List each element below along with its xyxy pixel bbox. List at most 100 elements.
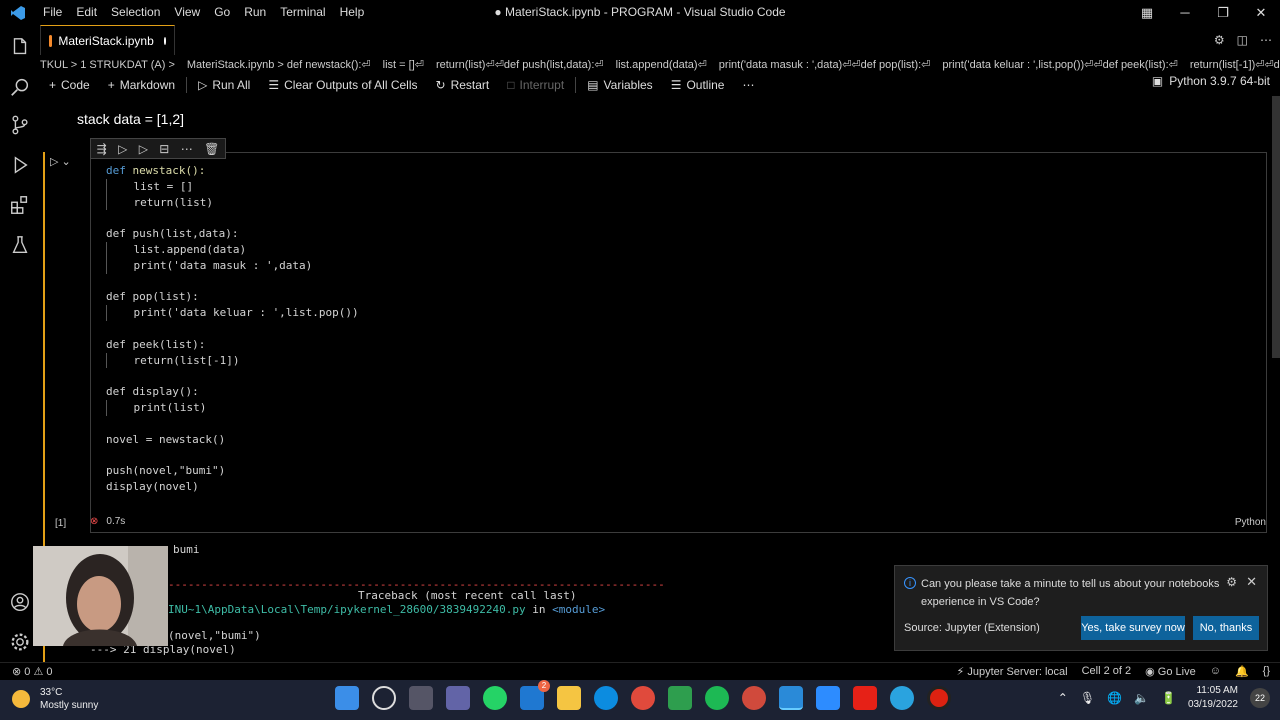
layout-icon[interactable]: ▦	[1128, 0, 1166, 25]
code-line: def display():	[106, 385, 199, 399]
run-all-label: Run All	[212, 78, 251, 92]
microphone-icon[interactable]: 🎙	[1080, 691, 1095, 705]
menu-help[interactable]: Help	[333, 0, 372, 25]
markdown-cell-text[interactable]: stack data = [1,2]	[77, 111, 184, 127]
more-actions-icon[interactable]: ⋯	[1260, 33, 1272, 47]
task-view-icon[interactable]	[409, 686, 433, 710]
run-all-icon: ▷	[198, 78, 208, 92]
interrupt-button[interactable]: □ Interrupt	[498, 78, 573, 92]
breadcrumb-item[interactable]: print('data masuk : ',data)⏎⏎def pop(lis…	[719, 58, 931, 71]
delete-cell-icon[interactable]: 🗑	[204, 142, 219, 156]
outline-label: Outline	[686, 78, 725, 92]
outline-button[interactable]: ☰ Outline	[662, 78, 734, 92]
chrome-icon[interactable]	[631, 686, 655, 710]
add-markdown-label: Markdown	[119, 78, 176, 92]
run-all-button[interactable]: ▷ Run All	[189, 78, 259, 92]
account-icon[interactable]	[8, 590, 32, 614]
problems-status[interactable]: ⊗ 0 ⚠ 0	[12, 665, 52, 678]
whatsapp-icon[interactable]	[483, 686, 507, 710]
show-hidden-icons-icon[interactable]: ⌃	[1058, 691, 1068, 705]
tab-materistack[interactable]: MateriStack.ipynb	[40, 25, 175, 55]
close-icon[interactable]: ✕	[1246, 574, 1257, 590]
cell-more-icon[interactable]: ⋯	[181, 142, 193, 156]
volume-icon[interactable]: 🔈	[1134, 691, 1149, 705]
cell-language[interactable]: Python	[1235, 517, 1266, 528]
menu-selection[interactable]: Selection	[104, 0, 167, 25]
run-below-icon[interactable]: ▷	[118, 142, 127, 156]
testing-icon[interactable]	[8, 233, 32, 257]
no-thanks-button[interactable]: No, thanks	[1193, 616, 1259, 640]
variables-button[interactable]: ▤ Variables	[578, 78, 661, 92]
toolbar-divider	[186, 77, 188, 93]
spotify-icon[interactable]	[705, 686, 729, 710]
network-icon[interactable]: 🌐	[1107, 691, 1122, 705]
youtube-icon[interactable]	[853, 686, 877, 710]
editor-tab-bar: MateriStack.ipynb ⚙ ◫ ⋯	[40, 25, 1280, 55]
breadcrumb-item[interactable]: TKUL > 1 STRUKDAT (A) >	[40, 59, 175, 71]
editor-scrollbar[interactable]	[1272, 96, 1280, 358]
edge-icon[interactable]	[594, 686, 618, 710]
split-cell-icon[interactable]: ⊟	[159, 142, 169, 156]
taskbar-search-icon[interactable]	[372, 686, 396, 710]
vscode-logo-icon	[0, 0, 36, 25]
breadcrumb-item[interactable]: return(list[-1])⏎⏎d...	[1190, 58, 1280, 71]
breadcrumb-item[interactable]: MateriStack.ipynb > def newstack():⏎	[187, 58, 371, 71]
jupyter-server-status[interactable]: ⚡ Jupyter Server: local	[957, 665, 1068, 678]
menu-go[interactable]: Go	[207, 0, 237, 25]
weather-condition: Mostly sunny	[40, 700, 99, 711]
record-icon[interactable]	[927, 686, 951, 710]
clear-outputs-button[interactable]: ☰ Clear Outputs of All Cells	[259, 78, 426, 92]
menu-edit[interactable]: Edit	[69, 0, 104, 25]
restore-button[interactable]: ❐	[1204, 0, 1242, 25]
add-markdown-button[interactable]: + Markdown	[99, 78, 184, 92]
restart-button[interactable]: ↻ Restart	[427, 78, 499, 92]
teams-chat-icon[interactable]	[446, 686, 470, 710]
add-code-button[interactable]: + Code	[40, 78, 99, 92]
run-cell-icon[interactable]: ▷ ⌄	[50, 155, 71, 168]
braces-icon[interactable]: {}	[1263, 665, 1270, 678]
extensions-icon[interactable]	[8, 193, 32, 217]
unsaved-dot-icon[interactable]	[163, 36, 166, 45]
chrome-profile-icon[interactable]	[742, 686, 766, 710]
source-control-icon[interactable]	[8, 113, 32, 137]
breadcrumb-item[interactable]: print('data keluar : ',list.pop())⏎⏎def …	[942, 58, 1177, 71]
mail-icon[interactable]: 2	[520, 680, 550, 710]
battery-icon[interactable]: 🔋	[1161, 691, 1176, 705]
toolbar-more-icon[interactable]: ⋯	[733, 78, 763, 92]
settings-gear-icon[interactable]: ⚙	[1214, 33, 1225, 47]
run-debug-icon[interactable]	[8, 153, 32, 177]
menu-view[interactable]: View	[167, 0, 207, 25]
run-above-icon[interactable]: ⇶	[97, 142, 107, 156]
search-icon[interactable]	[8, 75, 32, 99]
survey-notification: i Can you please take a minute to tell u…	[894, 565, 1268, 651]
kernel-picker[interactable]: ▣ Python 3.9.7 64-bit	[1152, 74, 1270, 88]
cell-position[interactable]: Cell 2 of 2	[1082, 665, 1132, 678]
menu-file[interactable]: File	[36, 0, 69, 25]
menu-terminal[interactable]: Terminal	[273, 0, 332, 25]
editor-actions: ⚙ ◫ ⋯	[1214, 25, 1272, 55]
notification-gear-icon[interactable]: ⚙	[1226, 575, 1237, 589]
file-explorer-icon[interactable]	[557, 686, 581, 710]
zoom-icon[interactable]	[816, 686, 840, 710]
clock[interactable]: 11:05 AM 03/19/2022	[1188, 684, 1238, 712]
notification-center-badge[interactable]: 22	[1250, 688, 1270, 708]
notifications-bell-icon[interactable]: 🔔	[1235, 665, 1249, 678]
split-editor-icon[interactable]: ◫	[1237, 33, 1248, 47]
excel-icon[interactable]	[668, 686, 692, 710]
minimize-button[interactable]: ─	[1166, 0, 1204, 25]
weather-widget[interactable]: 33°C Mostly sunny	[12, 686, 98, 712]
breadcrumb-item[interactable]: list = []⏎	[383, 58, 424, 71]
close-button[interactable]: ✕	[1242, 0, 1280, 25]
breadcrumb-item[interactable]: list.append(data)⏎	[616, 58, 707, 71]
menu-run[interactable]: Run	[237, 0, 273, 25]
feedback-icon[interactable]: ☺	[1210, 665, 1221, 678]
start-windows-icon[interactable]	[335, 686, 359, 710]
breadcrumb-item[interactable]: return(list)⏎⏎def push(list,data):⏎	[436, 58, 604, 71]
explorer-icon[interactable]	[8, 35, 32, 59]
vscode-taskbar-icon[interactable]	[779, 686, 803, 710]
run-next-icon[interactable]: ▷	[139, 142, 148, 156]
manage-gear-icon[interactable]	[8, 630, 32, 654]
take-survey-button[interactable]: Yes, take survey now	[1081, 616, 1185, 640]
telegram-icon[interactable]	[890, 686, 914, 710]
go-live-button[interactable]: ◉ Go Live	[1145, 665, 1196, 678]
